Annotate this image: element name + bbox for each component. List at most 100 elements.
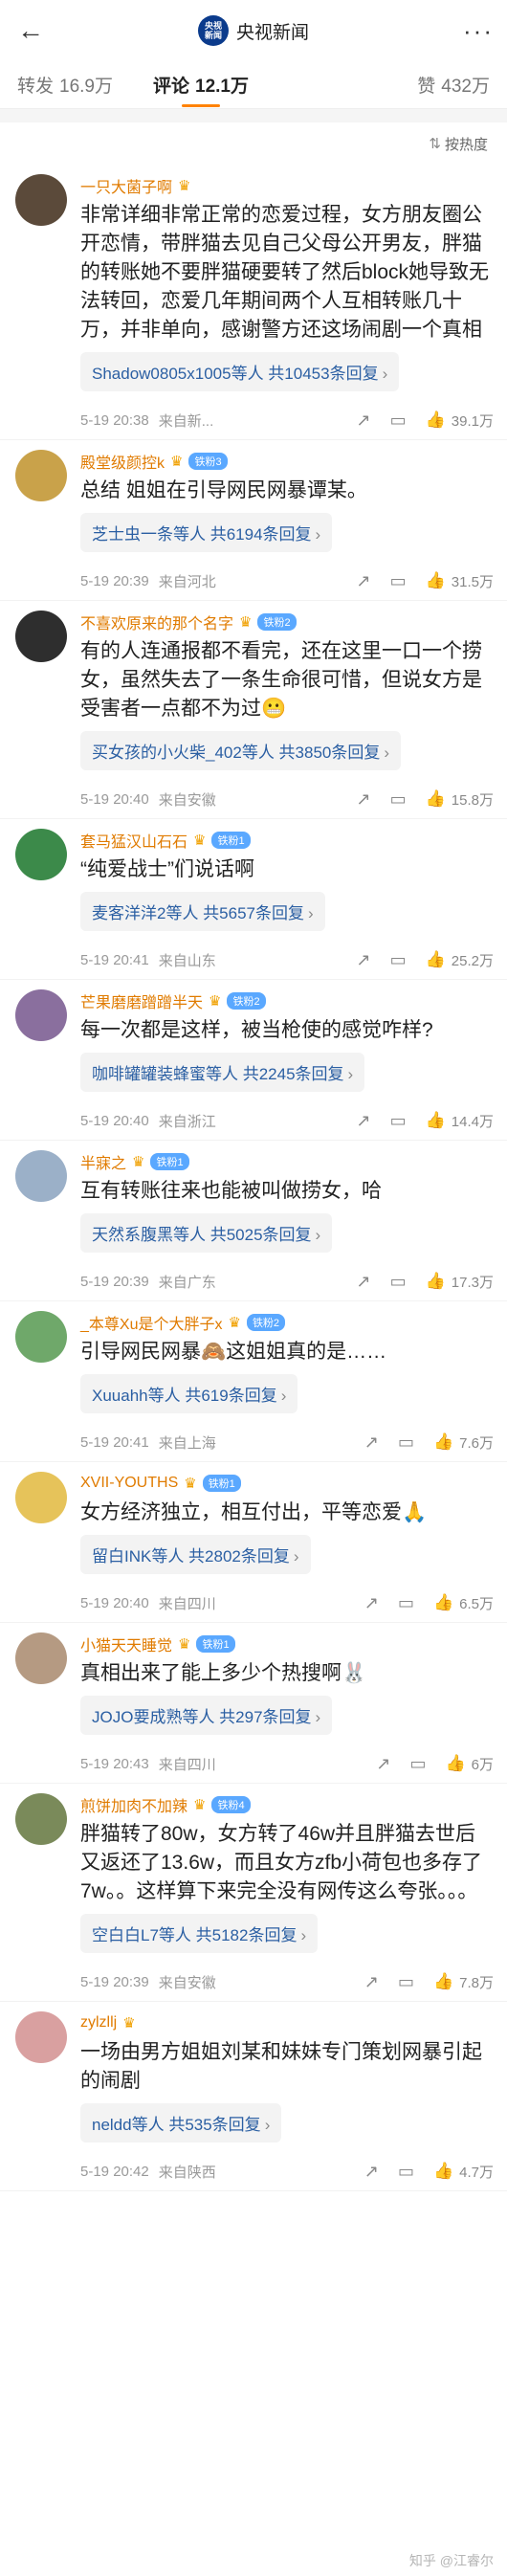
timestamp: 5-19 20:39 (80, 572, 149, 589)
share-icon[interactable]: ↗ (357, 1272, 371, 1292)
comment-icon[interactable]: ▭ (390, 1111, 407, 1131)
comment-meta: 5-19 20:41 来自上海 ↗ ▭ 👍 7.6万 (80, 1423, 494, 1461)
timestamp: 5-19 20:41 (80, 951, 149, 968)
share-icon[interactable]: ↗ (364, 2162, 379, 2182)
location: 来自安徽 (158, 1974, 216, 1991)
location: 来自广东 (158, 1274, 216, 1291)
reply-summary-button[interactable]: 麦客洋洋2等人 共5657条回复 › (80, 892, 325, 931)
comment-icon[interactable]: ▭ (390, 789, 407, 810)
comment-item[interactable]: 小猫天天睡觉 ♛ 铁粉1 真相出来了能上多少个热搜啊🐰 JOJO要成熟等人 共2… (0, 1623, 507, 1784)
member-crown-icon: ♛ (132, 1154, 145, 1170)
reply-summary-button[interactable]: Shadow0805x1005等人 共10453条回复 › (80, 352, 400, 391)
comment-item[interactable]: 一只大菌子啊 ♛ 非常详细非常正常的恋爱过程，女方朋友圈公开恋情，带胖猫去见自己… (0, 165, 507, 440)
like-icon[interactable]: 👍 (433, 2162, 453, 2181)
comment-icon[interactable]: ▭ (390, 950, 407, 970)
like-icon[interactable]: 👍 (433, 1972, 453, 1991)
avatar[interactable] (15, 174, 67, 226)
comment-item[interactable]: 不喜欢原来的那个名字 ♛ 铁粉2 有的人连通报都不看完，还在这里一口一个捞女，虽… (0, 601, 507, 819)
username[interactable]: 殿堂级颜控k (80, 450, 165, 473)
like-icon[interactable]: 👍 (426, 571, 446, 590)
back-arrow-icon[interactable]: ← (11, 11, 50, 50)
share-icon[interactable]: ↗ (357, 571, 371, 591)
like-icon[interactable]: 👍 (445, 1754, 465, 1773)
avatar[interactable] (15, 1311, 67, 1363)
share-icon[interactable]: ↗ (357, 411, 371, 431)
avatar[interactable] (15, 1632, 67, 1684)
username[interactable]: XVII-YOUTHS (80, 1475, 178, 1492)
comment-icon[interactable]: ▭ (398, 1432, 414, 1453)
member-crown-icon: ♛ (228, 1315, 241, 1331)
username[interactable]: 不喜欢原来的那个名字 (80, 611, 233, 633)
comment-item[interactable]: 套马猛汉山石石 ♛ 铁粉1 “纯爱战士”们说话啊 麦客洋洋2等人 共5657条回… (0, 819, 507, 980)
comment-icon[interactable]: ▭ (398, 1593, 414, 1613)
reply-summary-button[interactable]: 留白INK等人 共2802条回复 › (80, 1535, 311, 1574)
share-icon[interactable]: ↗ (364, 1432, 379, 1453)
comment-text: 引导网民网暴🙈这姐姐真的是…… (80, 1341, 387, 1363)
username[interactable]: zylzllj (80, 2014, 117, 2032)
reply-summary-button[interactable]: 咖啡罐罐装蜂蜜等人 共2245条回复 › (80, 1053, 365, 1092)
comment-text: 有的人连通报都不看完，还在这里一口一个捞女，虽然失去了一条生命很可惜，但说女方是… (80, 640, 482, 720)
comment-icon[interactable]: ▭ (409, 1754, 426, 1774)
like-count: 25.2万 (451, 952, 494, 969)
reply-summary-button[interactable]: neldd等人 共535条回复 › (80, 2103, 282, 2143)
share-icon[interactable]: ↗ (357, 1111, 371, 1131)
username[interactable]: 一只大菌子啊 (80, 174, 172, 197)
avatar[interactable] (15, 989, 67, 1041)
like-icon[interactable]: 👍 (426, 789, 446, 809)
comment-item[interactable]: 殿堂级颜控k ♛ 铁粉3 总结 姐姐在引导网民网暴谭某。 芝士虫一条等人 共61… (0, 440, 507, 601)
comment-icon[interactable]: ▭ (398, 2162, 414, 2182)
comment-item[interactable]: 半寐之 ♛ 铁粉1 互有转账往来也能被叫做捞女，哈 天然系腹黑等人 共5025条… (0, 1141, 507, 1301)
tab-repost[interactable]: 转发 16.9万 (17, 72, 113, 98)
comment-item[interactable]: _本尊Xu是个大胖子x ♛ 铁粉2 引导网民网暴🙈这姐姐真的是…… Xuuahh… (0, 1301, 507, 1462)
avatar[interactable] (15, 1472, 67, 1523)
avatar[interactable] (15, 450, 67, 501)
username[interactable]: 芒果磨磨蹭蹭半天 (80, 989, 203, 1012)
reply-summary-button[interactable]: 买女孩的小火柴_402等人 共3850条回复 › (80, 731, 402, 770)
like-icon[interactable]: 👍 (426, 950, 446, 969)
like-icon[interactable]: 👍 (433, 1593, 453, 1612)
share-icon[interactable]: ↗ (357, 789, 371, 810)
like-icon[interactable]: 👍 (433, 1432, 453, 1452)
reply-summary-button[interactable]: 空白白L7等人 共5182条回复 › (80, 1914, 319, 1953)
comment-icon[interactable]: ▭ (390, 571, 407, 591)
comment-body: 殿堂级颜控k ♛ 铁粉3 总结 姐姐在引导网民网暴谭某。 芝士虫一条等人 共61… (80, 450, 494, 600)
reply-summary-button[interactable]: JOJO要成熟等人 共297条回复 › (80, 1696, 333, 1735)
comment-body: zylzllj ♛ 一场由男方姐姐刘某和妹妹专门策划网暴引起的闹剧 neldd等… (80, 2011, 494, 2190)
share-icon[interactable]: ↗ (376, 1754, 390, 1774)
comment-item[interactable]: 煎饼加肉不加辣 ♛ 铁粉4 胖猫转了80w，女方转了46w并且胖猫去世后又返还了… (0, 1784, 507, 2002)
like-icon[interactable]: 👍 (426, 1272, 446, 1291)
avatar[interactable] (15, 1793, 67, 1845)
username[interactable]: 煎饼加肉不加辣 (80, 1793, 187, 1816)
sort-toggle[interactable]: ⇅ 按热度 (0, 122, 507, 165)
reply-summary-button[interactable]: 芝士虫一条等人 共6194条回复 › (80, 513, 333, 552)
like-icon[interactable]: 👍 (426, 411, 446, 430)
share-icon[interactable]: ↗ (364, 1593, 379, 1613)
more-dots-icon[interactable]: ··· (463, 16, 494, 46)
comment-item[interactable]: XVII-YOUTHS ♛ 铁粉1 女方经济独立，相互付出，平等恋爱🙏 留白IN… (0, 1462, 507, 1623)
member-crown-icon: ♛ (178, 1636, 191, 1653)
comment-body: 套马猛汉山石石 ♛ 铁粉1 “纯爱战士”们说话啊 麦客洋洋2等人 共5657条回… (80, 829, 494, 979)
username[interactable]: 套马猛汉山石石 (80, 829, 187, 852)
username[interactable]: _本尊Xu是个大胖子x (80, 1311, 222, 1334)
like-icon[interactable]: 👍 (426, 1111, 446, 1130)
reply-summary-button[interactable]: Xuuahh等人 共619条回复 › (80, 1374, 298, 1413)
reply-summary-button[interactable]: 天然系腹黑等人 共5025条回复 › (80, 1213, 333, 1253)
share-icon[interactable]: ↗ (364, 1972, 379, 1992)
comment-item[interactable]: 芒果磨磨蹭蹭半天 ♛ 铁粉2 每一次都是这样，被当枪使的感觉咋样? 咖啡罐罐装蜂… (0, 980, 507, 1141)
username[interactable]: 半寐之 (80, 1150, 126, 1173)
account-header[interactable]: 央视 新闻 央视新闻 (197, 15, 309, 46)
comment-icon[interactable]: ▭ (398, 1972, 414, 1992)
comment-item[interactable]: zylzllj ♛ 一场由男方姐姐刘某和妹妹专门策划网暴引起的闹剧 neldd等… (0, 2002, 507, 2191)
comment-icon[interactable]: ▭ (390, 1272, 407, 1292)
tab-likes[interactable]: 赞 432万 (417, 72, 490, 98)
avatar[interactable] (15, 2011, 67, 2063)
avatar[interactable] (15, 1150, 67, 1202)
avatar[interactable] (15, 829, 67, 880)
comment-icon[interactable]: ▭ (390, 411, 407, 431)
tab-comments[interactable]: 评论 12.1万 (153, 72, 249, 107)
like-count: 17.3万 (451, 1274, 494, 1291)
share-icon[interactable]: ↗ (357, 950, 371, 970)
like-count: 31.5万 (451, 573, 494, 590)
username[interactable]: 小猫天天睡觉 (80, 1632, 172, 1655)
avatar[interactable] (15, 611, 67, 662)
